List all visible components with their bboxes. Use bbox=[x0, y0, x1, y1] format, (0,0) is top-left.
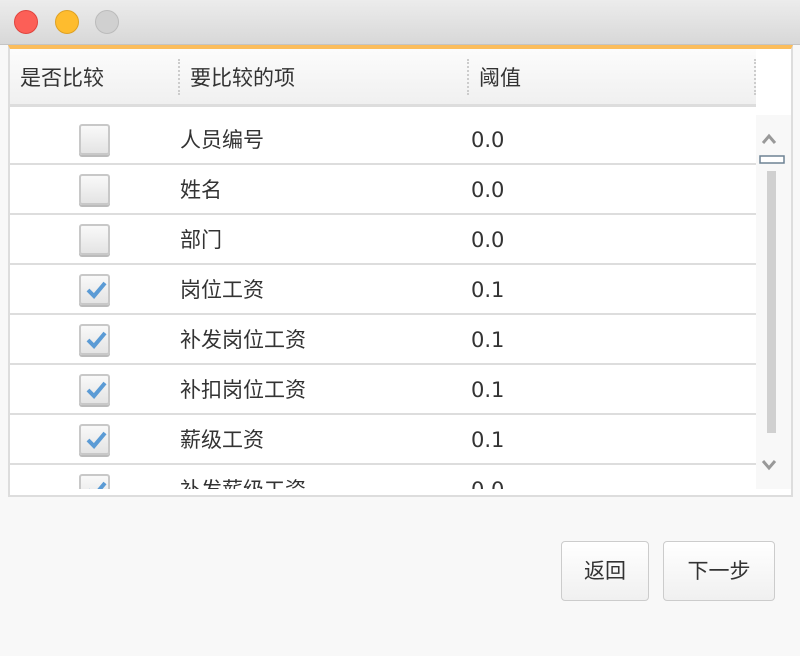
compare-checkbox[interactable] bbox=[79, 374, 110, 405]
table-row[interactable]: 补扣岗位工资 0.1 bbox=[10, 365, 756, 415]
compare-checkbox[interactable] bbox=[79, 324, 110, 355]
threshold-value[interactable]: 0.0 bbox=[471, 465, 504, 489]
compare-checkbox[interactable] bbox=[79, 174, 110, 205]
table-row[interactable]: 补发岗位工资 0.1 bbox=[10, 315, 756, 365]
item-name: 薪级工资 bbox=[180, 428, 264, 452]
scroll-thumb bbox=[759, 155, 785, 164]
table-header: 是否比较 要比较的项 阈值 bbox=[10, 49, 756, 107]
checkmark-icon bbox=[86, 381, 107, 399]
item-name: 补发薪级工资 bbox=[180, 465, 306, 489]
item-name: 补扣岗位工资 bbox=[180, 378, 306, 402]
item-name: 补发岗位工资 bbox=[180, 328, 306, 352]
threshold-value[interactable]: 0.1 bbox=[471, 265, 504, 315]
back-button[interactable]: 返回 bbox=[561, 541, 649, 601]
next-button[interactable]: 下一步 bbox=[663, 541, 775, 601]
threshold-value[interactable]: 0.0 bbox=[471, 215, 504, 265]
table-row[interactable]: 补发薪级工资 0.0 bbox=[10, 465, 756, 489]
scroll-up-icon bbox=[761, 133, 777, 144]
checkmark-icon bbox=[86, 431, 107, 449]
close-button[interactable] bbox=[14, 10, 38, 34]
checkmark-icon bbox=[86, 281, 107, 299]
table-row[interactable]: 岗位工资 0.1 bbox=[10, 265, 756, 315]
checkmark-icon bbox=[89, 481, 107, 489]
scroll-track bbox=[767, 171, 776, 433]
threshold-value[interactable]: 0.0 bbox=[471, 165, 504, 215]
threshold-value[interactable]: 0.1 bbox=[471, 365, 504, 415]
threshold-value[interactable]: 0.1 bbox=[471, 415, 504, 465]
table-row[interactable]: 人员编号 0.0 bbox=[10, 115, 756, 165]
column-header-compare[interactable]: 是否比较 bbox=[10, 49, 104, 104]
table-body: 人员编号 0.0 姓名 0.0 部门 0.0 岗位工资 0.1 补发岗位工资 0… bbox=[10, 115, 756, 489]
scrollbar-graphics bbox=[759, 133, 785, 471]
compare-checkbox[interactable] bbox=[79, 424, 110, 455]
compare-checkbox[interactable] bbox=[79, 474, 110, 489]
item-name: 姓名 bbox=[180, 178, 222, 202]
table-row[interactable]: 姓名 0.0 bbox=[10, 165, 756, 215]
title-bar bbox=[0, 0, 800, 45]
item-name: 人员编号 bbox=[180, 128, 264, 152]
threshold-value[interactable]: 0.1 bbox=[471, 315, 504, 365]
item-name: 岗位工资 bbox=[180, 278, 264, 302]
checkmark-icon bbox=[86, 331, 107, 349]
compare-checkbox[interactable] bbox=[79, 274, 110, 305]
column-header-item[interactable]: 要比较的项 bbox=[180, 49, 295, 104]
compare-checkbox[interactable] bbox=[79, 224, 110, 255]
threshold-value[interactable]: 0.0 bbox=[471, 115, 504, 165]
item-name: 部门 bbox=[180, 228, 222, 252]
column-divider bbox=[754, 59, 756, 95]
compare-checkbox[interactable] bbox=[79, 124, 110, 155]
comparison-table: 是否比较 要比较的项 阈值 人员编号 0.0 姓名 0.0 部门 0.0 岗位工… bbox=[8, 45, 793, 497]
zoom-button[interactable] bbox=[95, 10, 119, 34]
column-header-threshold[interactable]: 阈值 bbox=[469, 49, 521, 104]
table-row[interactable]: 部门 0.0 bbox=[10, 215, 756, 265]
scroll-down-icon bbox=[761, 460, 777, 471]
minimize-button[interactable] bbox=[55, 10, 79, 34]
vertical-scrollbar[interactable] bbox=[756, 115, 791, 489]
table-row[interactable]: 薪级工资 0.1 bbox=[10, 415, 756, 465]
